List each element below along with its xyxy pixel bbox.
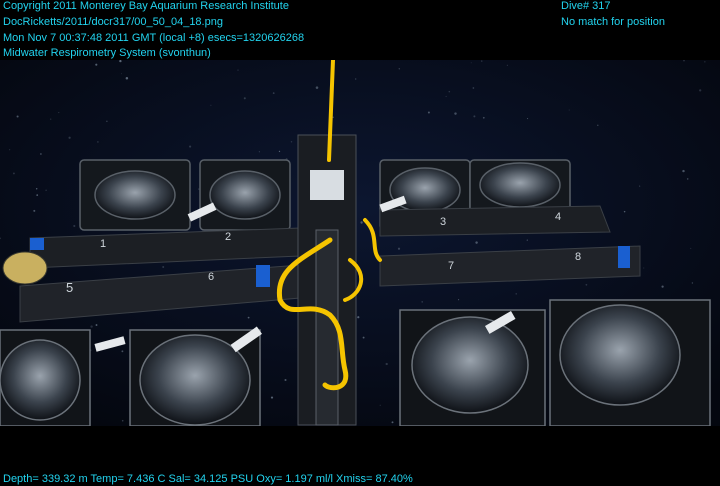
sensor-readout: Depth= 339.32 m Temp= 7.436 C Sal= 34.12… (3, 473, 413, 485)
underwater-photo: 1 2 3 4 5 6 7 8 (0, 60, 720, 426)
copyright-text: Copyright 2011 Monterey Bay Aquarium Res… (3, 0, 289, 12)
chamber-number-5: 5 (66, 280, 73, 295)
chamber-number-4: 4 (555, 211, 561, 223)
image-filename: DocRicketts/2011/docr317/00_50_04_18.png (3, 16, 223, 28)
chamber-number-2: 2 (225, 231, 231, 243)
chamber-number-3: 3 (440, 216, 446, 228)
chamber-number-8: 8 (575, 251, 581, 263)
dive-number: Dive# 317 (561, 0, 611, 12)
chamber-number-6: 6 (208, 271, 214, 283)
timestamp-text: Mon Nov 7 00:37:48 2011 GMT (local +8) e… (3, 32, 305, 44)
light-fixture (2, 251, 48, 285)
chamber-number-1: 1 (100, 238, 106, 250)
system-label: Midwater Respirometry System (svonthun) (3, 47, 211, 59)
position-status: No match for position (561, 16, 665, 28)
chamber-number-7: 7 (448, 260, 454, 272)
